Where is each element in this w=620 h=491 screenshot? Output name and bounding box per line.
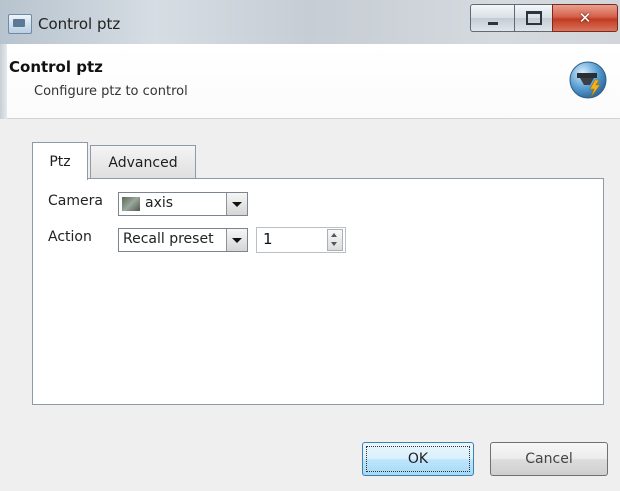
- close-button[interactable]: ✕: [552, 4, 618, 32]
- tab-ptz[interactable]: Ptz: [32, 142, 88, 180]
- action-select[interactable]: Recall preset: [118, 228, 248, 252]
- spinner-down-icon[interactable]: [331, 242, 337, 246]
- minimize-button[interactable]: [470, 4, 515, 32]
- chevron-down-icon: [232, 201, 242, 207]
- dialog-subtitle: Configure ptz to control: [34, 84, 188, 99]
- minimize-icon: [488, 21, 498, 25]
- spinner-buttons[interactable]: [327, 229, 343, 251]
- chevron-down-icon: [232, 237, 242, 243]
- dialog-title: Control ptz: [9, 58, 103, 76]
- maximize-icon: [526, 11, 542, 25]
- camera-label: Camera: [48, 193, 103, 209]
- cancel-button[interactable]: Cancel: [490, 442, 608, 476]
- camera-select-dropdown-button[interactable]: [226, 193, 247, 215]
- spinner-up-icon[interactable]: [331, 233, 337, 237]
- window-title: Control ptz: [38, 15, 121, 33]
- cancel-button-label: Cancel: [525, 451, 573, 467]
- close-icon: ✕: [578, 9, 592, 27]
- camera-select[interactable]: axis: [118, 192, 248, 216]
- action-label: Action: [48, 229, 92, 245]
- tab-advanced[interactable]: Advanced: [90, 145, 196, 180]
- preset-number-value: 1: [263, 230, 273, 248]
- app-window-icon: [8, 14, 32, 34]
- ok-button-label: OK: [407, 451, 429, 467]
- ok-button[interactable]: OK: [362, 442, 474, 476]
- action-select-dropdown-button[interactable]: [226, 229, 247, 251]
- dialog-header: Control ptz Configure ptz to control: [0, 44, 620, 119]
- camera-thumbnail-icon: [122, 197, 140, 211]
- tab-ptz-label: Ptz: [49, 153, 71, 170]
- maximize-button[interactable]: [514, 4, 554, 32]
- tab-advanced-label: Advanced: [108, 155, 178, 171]
- preset-number-spinner[interactable]: 1: [256, 227, 346, 253]
- ptz-camera-icon: [569, 61, 607, 99]
- window-titlebar[interactable]: Control ptz ✕: [0, 0, 620, 44]
- camera-select-value: axis: [145, 195, 174, 211]
- action-select-value: Recall preset: [123, 231, 214, 247]
